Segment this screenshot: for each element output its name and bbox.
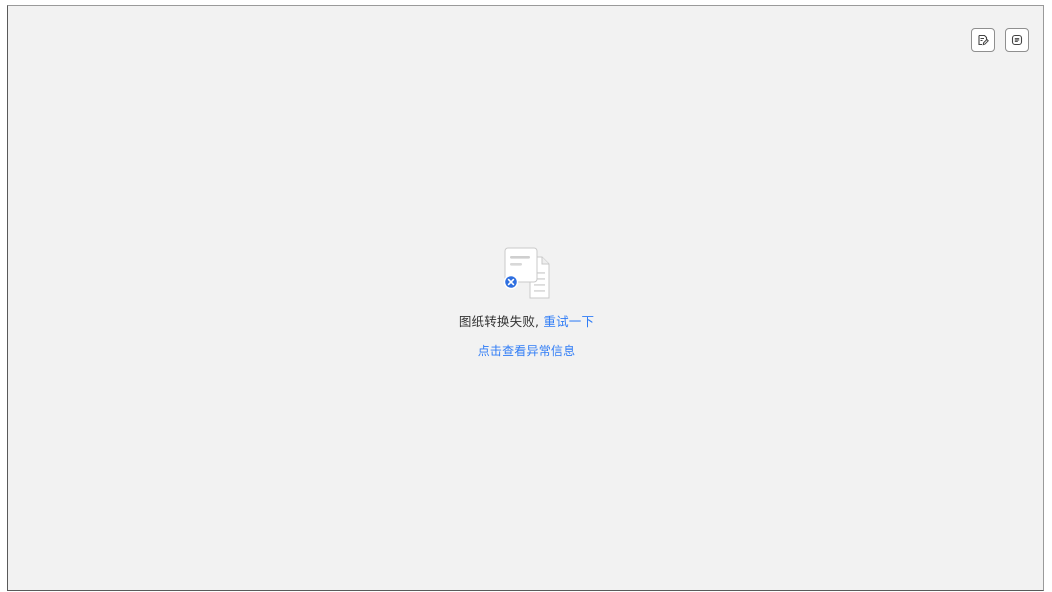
view-error-details-link[interactable]: 点击查看异常信息	[478, 342, 576, 360]
edit-button[interactable]	[971, 28, 995, 52]
drawing-viewer: 图纸转换失败, 重试一下 点击查看异常信息	[7, 5, 1044, 591]
conversion-status-message: 图纸转换失败, 重试一下	[8, 313, 1045, 331]
edit-document-icon	[978, 34, 989, 46]
error-message-text: 图纸转换失败,	[458, 314, 540, 329]
document-conversion-failed-icon	[503, 247, 549, 299]
info-panel-icon	[1011, 34, 1023, 46]
conversion-failed-state: 图纸转换失败, 重试一下 点击查看异常信息	[8, 245, 1045, 360]
retry-link[interactable]: 重试一下	[543, 314, 594, 329]
info-panel-button[interactable]	[1005, 28, 1029, 52]
